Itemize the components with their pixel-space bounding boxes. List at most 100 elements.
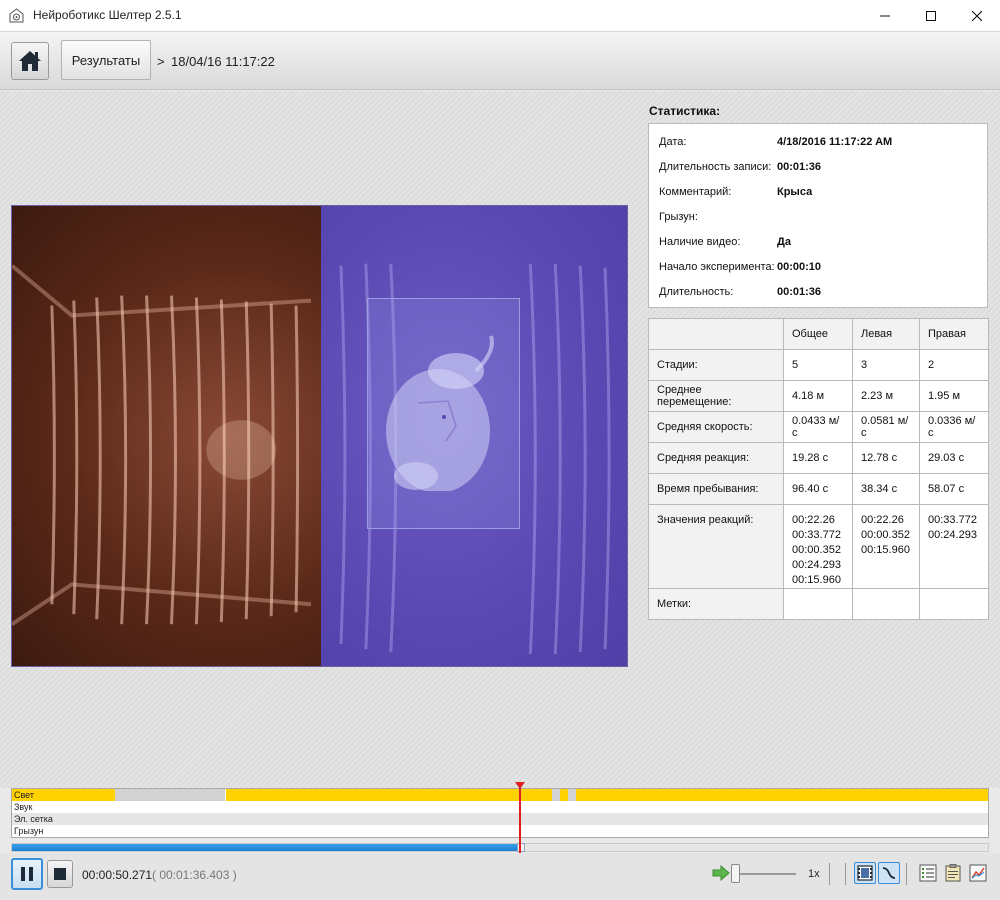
reaction-value: 00:00.352	[792, 544, 841, 556]
table-row: Время пребывания: 96.40 с 38.34 с 58.07 …	[648, 473, 989, 505]
app-icon	[9, 8, 24, 23]
progress-fill	[12, 844, 521, 851]
main-area: Статистика: Дата: 4/18/2016 11:17:22 AM …	[0, 91, 1000, 788]
results-button[interactable]: Результаты	[61, 40, 151, 80]
cell-left: 12.78 с	[852, 442, 920, 474]
stat-row-comment: Комментарий: Крыса	[659, 186, 979, 202]
chart-button[interactable]	[967, 862, 989, 884]
track-label: Звук	[14, 802, 33, 812]
cell-right: 58.07 с	[919, 473, 989, 505]
stat-label: Комментарий:	[659, 186, 732, 198]
breadcrumb-separator: >	[157, 54, 165, 69]
cell-right	[919, 588, 989, 620]
column-header	[648, 318, 784, 350]
cell-left: 00:22.26 00:00.352 00:15.960	[852, 504, 920, 589]
cell-right: 0.0336 м/с	[919, 411, 989, 443]
cell-total: 5	[783, 349, 853, 381]
reaction-value: 00:24.293	[928, 529, 977, 541]
breadcrumb-session-datetime: 18/04/16 11:17:22	[171, 54, 275, 69]
video-frame-icon	[857, 865, 873, 881]
stat-row-recording-duration: Длительность записи: 00:01:36	[659, 161, 979, 177]
playhead-marker[interactable]	[515, 782, 525, 789]
stat-value: 00:01:36	[777, 161, 822, 173]
track-path-icon	[882, 867, 896, 879]
reaction-value: 00:22.26	[792, 514, 835, 526]
event-timeline[interactable]: Свет Звук Эл. сетка Грызун	[11, 788, 989, 838]
table-row: Среднее перемещение: 4.18 м 2.23 м 1.95 …	[648, 380, 989, 412]
cell-right: 1.95 м	[919, 380, 989, 412]
reaction-value: 00:15.960	[792, 574, 841, 586]
cell-left: 2.23 м	[852, 380, 920, 412]
cell-total: 19.28 с	[783, 442, 853, 474]
stat-row-experiment-start: Начало эксперимента: 00:00:10	[659, 261, 979, 277]
stop-icon	[54, 868, 66, 880]
rodent-image	[386, 335, 494, 491]
cell-left	[852, 588, 920, 620]
timeline-track-sound: Звук	[12, 801, 988, 813]
stat-label: Начало эксперимента:	[659, 261, 775, 273]
pause-button[interactable]	[11, 858, 43, 890]
light-segment-on	[576, 789, 988, 801]
minimize-icon	[880, 15, 890, 17]
stat-value: 4/18/2016 11:17:22 AM	[777, 136, 893, 148]
list-view-button[interactable]	[917, 862, 939, 884]
video-frame[interactable]	[11, 205, 628, 667]
window-title: Нейроботикс Шелтер 2.5.1	[33, 8, 182, 22]
statistics-panel: Дата: 4/18/2016 11:17:22 AM Длительность…	[648, 123, 988, 308]
cell-left: 0.0581 м/с	[852, 411, 920, 443]
stat-value: 00:01:36	[777, 286, 822, 298]
close-icon	[972, 11, 982, 21]
row-label: Средняя скорость:	[648, 411, 784, 443]
video-frame-toggle[interactable]	[854, 862, 876, 884]
track-label: Грызун	[14, 826, 44, 836]
minimize-button[interactable]	[862, 0, 908, 32]
column-header-right: Правая	[919, 318, 989, 350]
light-segment-off	[115, 789, 225, 801]
close-button[interactable]	[954, 0, 1000, 32]
row-label: Средняя реакция:	[648, 442, 784, 474]
stop-button[interactable]	[47, 860, 73, 888]
row-label: Значения реакций:	[648, 504, 784, 589]
maximize-button[interactable]	[908, 0, 954, 32]
cell-right: 00:33.772 00:24.293	[919, 504, 989, 589]
stat-label: Длительность:	[659, 286, 734, 298]
playback-controls: 00:00:50.271 ( 00:01:36.403 ) 1x	[0, 853, 1000, 900]
row-label: Время пребывания:	[648, 473, 784, 505]
table-row: Средняя реакция: 19.28 с 12.78 с 29.03 с	[648, 442, 989, 474]
playback-progress-bar[interactable]	[11, 843, 989, 852]
zone-statistics-table: Общее Левая Правая Стадии: 5 3 2 Среднее…	[648, 318, 989, 620]
stat-label: Дата:	[659, 136, 687, 148]
speed-slider-thumb[interactable]	[731, 864, 740, 883]
reaction-value: 00:33.772	[928, 514, 977, 526]
stat-label: Длительность записи:	[659, 161, 772, 173]
home-button[interactable]	[11, 42, 49, 80]
speed-slider-track[interactable]	[734, 873, 796, 875]
navigation-bar: Результаты > 18/04/16 11:17:22	[0, 32, 1000, 90]
table-row-reactions: Значения реакций: 00:22.26 00:33.772 00:…	[648, 504, 989, 589]
reaction-value: 00:15.960	[861, 544, 910, 556]
divider	[845, 863, 846, 885]
pause-icon	[21, 867, 33, 881]
chart-icon	[969, 864, 987, 882]
row-label: Метки:	[648, 588, 784, 620]
rodent-region-of-interest	[367, 298, 520, 529]
stat-row-rodent: Грызун:	[659, 211, 979, 227]
column-header-total: Общее	[783, 318, 853, 350]
table-row-marks: Метки:	[648, 588, 989, 620]
home-icon	[19, 51, 41, 71]
column-header-left: Левая	[852, 318, 920, 350]
table-row: Средняя скорость: 0.0433 м/с 0.0581 м/с …	[648, 411, 989, 443]
reaction-value: 00:00.352	[861, 529, 910, 541]
table-row: Стадии: 5 3 2	[648, 349, 989, 381]
stat-label: Грызун:	[659, 211, 698, 223]
cell-left: 38.34 с	[852, 473, 920, 505]
playhead-line[interactable]	[519, 785, 521, 853]
track-path-toggle[interactable]	[878, 862, 900, 884]
total-time: ( 00:01:36.403 )	[152, 868, 237, 882]
report-button[interactable]	[942, 862, 964, 884]
cell-total: 0.0433 м/с	[783, 411, 853, 443]
stat-row-duration: Длительность: 00:01:36	[659, 286, 979, 302]
report-icon	[945, 864, 961, 882]
timeline-track-light: Свет	[12, 789, 988, 801]
cell-total: 96.40 с	[783, 473, 853, 505]
